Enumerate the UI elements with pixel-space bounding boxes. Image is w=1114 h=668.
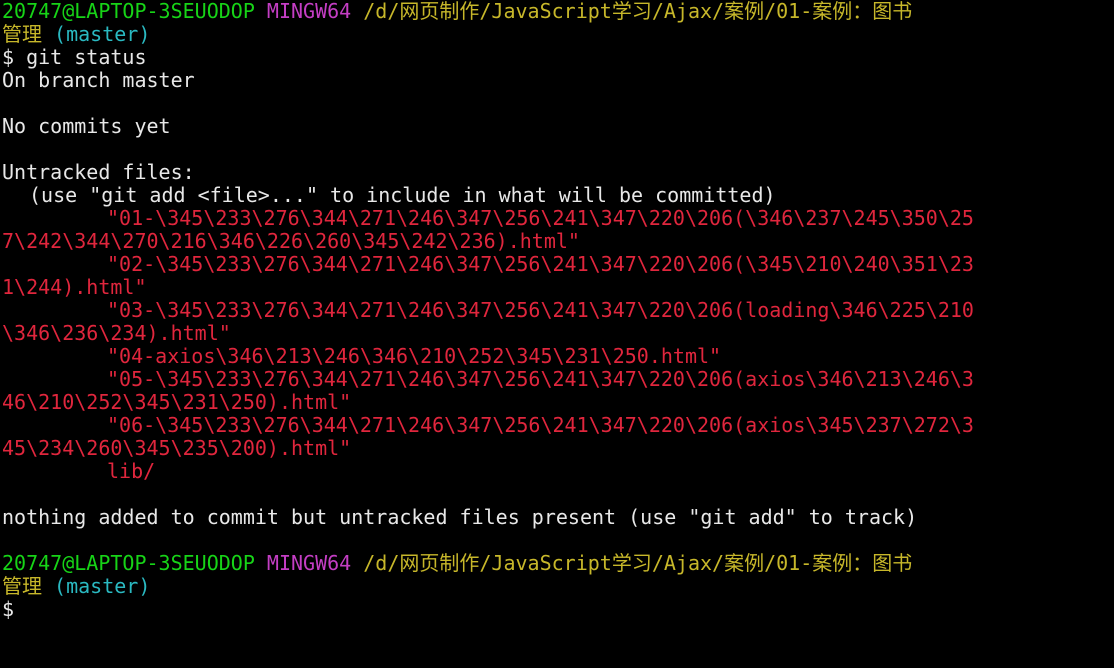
text-cursor <box>14 601 25 621</box>
prompt-line-1: 20747@LAPTOP-3SEUODOP MINGW64 /d/网页制作/Ja… <box>2 0 1114 23</box>
prompt-system: MINGW64 <box>266 552 352 575</box>
output-summary-line: nothing added to commit but untracked fi… <box>2 506 918 529</box>
output-untracked-hint: (use "git add <file>..." to include in w… <box>29 184 776 207</box>
untracked-file-line: "05-\345\233\276\344\271\246\347\256\241… <box>107 368 974 391</box>
prompt-branch: (master) <box>54 23 151 46</box>
prompt-path: /d/网页制作/JavaScript学习/Ajax/案例/01-案例：图书 <box>363 552 913 575</box>
prompt-path-continued: 管理 <box>2 23 42 46</box>
output-untracked-header: Untracked files: <box>2 161 195 184</box>
untracked-file-line-wrap: 46\210\252\345\231\250).html" <box>2 391 352 414</box>
command-input-line[interactable]: $ <box>2 598 1114 621</box>
untracked-file-line-wrap: 45\234\260\345\235\200).html" <box>2 437 352 460</box>
prompt-system: MINGW64 <box>266 0 352 23</box>
untracked-file-line: "06-\345\233\276\344\271\246\347\256\241… <box>107 414 974 437</box>
command-line: $ git status <box>2 46 147 69</box>
prompt-branch: (master) <box>54 575 151 598</box>
untracked-file-line-wrap: 1\244).html" <box>2 276 147 299</box>
untracked-dir-line: lib/ <box>107 460 156 483</box>
prompt-path-continued: 管理 <box>2 575 42 598</box>
untracked-file-line: "01-\345\233\276\344\271\246\347\256\241… <box>107 207 974 230</box>
prompt-user-host: 20747@LAPTOP-3SEUODOP <box>2 0 255 23</box>
terminal-window[interactable]: 20747@LAPTOP-3SEUODOP MINGW64 /d/网页制作/Ja… <box>0 0 1114 668</box>
untracked-file-line-wrap: 7\242\344\270\216\346\226\260\345\242\23… <box>2 230 580 253</box>
prompt-user-host: 20747@LAPTOP-3SEUODOP <box>2 552 255 575</box>
output-branch-line: On branch master <box>2 69 195 92</box>
untracked-file-line: "04-axios\346\213\246\346\210\252\345\23… <box>107 345 722 368</box>
untracked-file-line-wrap: \346\236\234).html" <box>2 322 231 345</box>
input-prompt-symbol: $ <box>2 598 15 621</box>
prompt-line-2: 20747@LAPTOP-3SEUODOP MINGW64 /d/网页制作/Ja… <box>2 552 1114 575</box>
untracked-file-line: "02-\345\233\276\344\271\246\347\256\241… <box>107 253 974 276</box>
untracked-file-line: "03-\345\233\276\344\271\246\347\256\241… <box>107 299 974 322</box>
prompt-path: /d/网页制作/JavaScript学习/Ajax/案例/01-案例：图书 <box>363 0 913 23</box>
prompt-line-1-wrap: 管理 (master) <box>2 23 1114 46</box>
output-commits-line: No commits yet <box>2 115 171 138</box>
prompt-line-2-wrap: 管理 (master) <box>2 575 1114 598</box>
